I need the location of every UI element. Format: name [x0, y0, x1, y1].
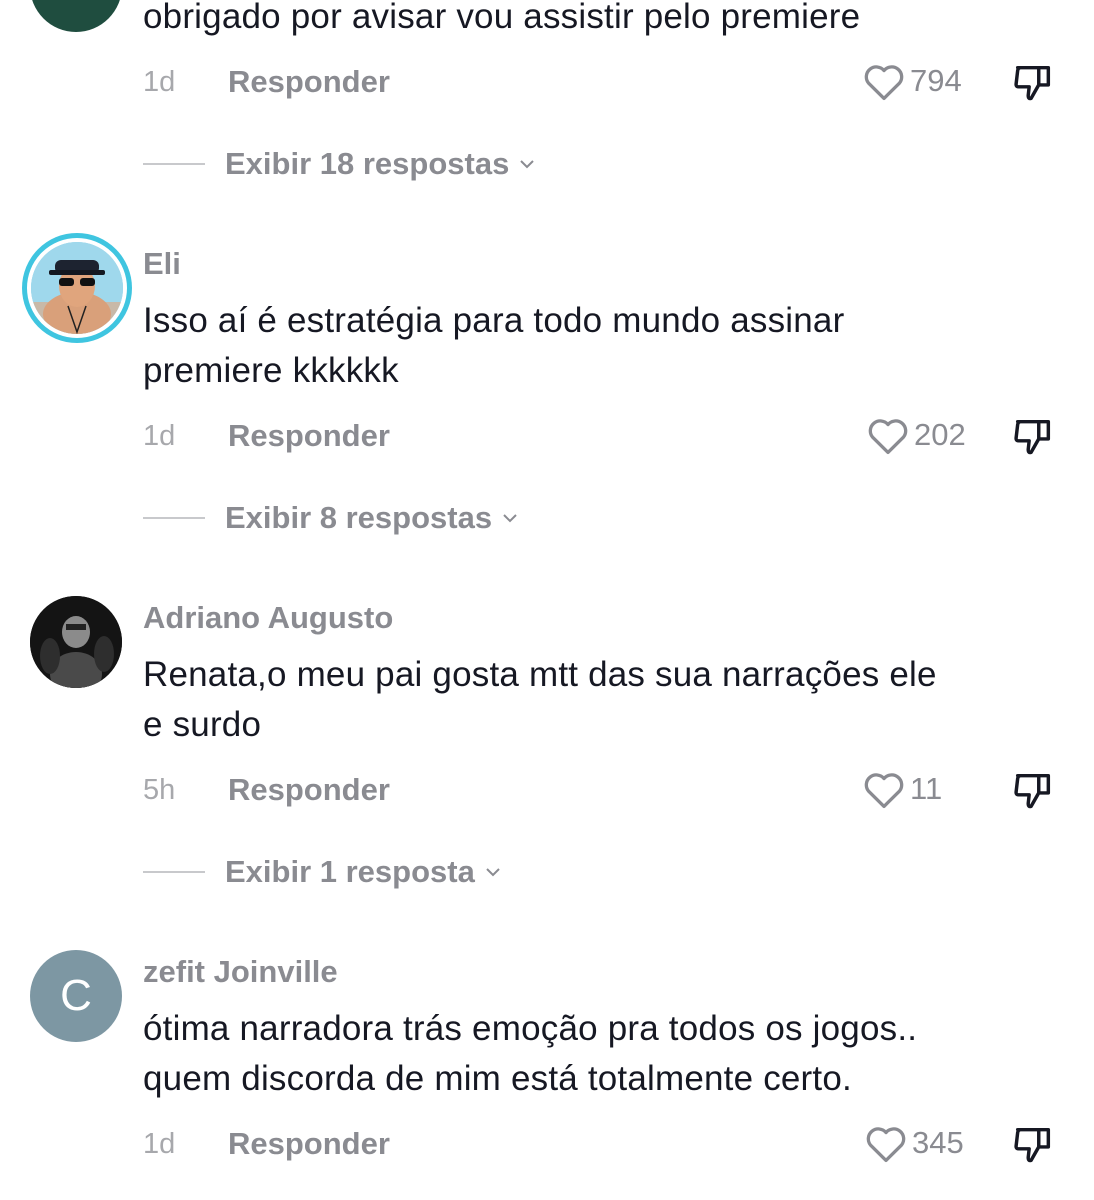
- comment-line: ótima narradora trás emoção pra todos os…: [143, 1009, 918, 1048]
- comment-time: 1d: [143, 1128, 176, 1160]
- like-count: 202: [914, 417, 966, 452]
- like-button[interactable]: 794: [862, 60, 962, 102]
- comment-text: Isso aí é estratégia para todo mundo ass…: [143, 296, 844, 396]
- view-replies-label: Exibir 18 respostas: [225, 146, 510, 181]
- comment-username[interactable]: Eli: [143, 246, 181, 282]
- divider: [143, 517, 205, 519]
- reply-button[interactable]: Responder: [228, 418, 390, 454]
- comment-line: Isso aí é estratégia para todo mundo ass…: [143, 301, 845, 340]
- comment-username[interactable]: zefit Joinville: [143, 954, 338, 990]
- thumbs-down-icon[interactable]: [1010, 768, 1056, 814]
- heart-outline-icon: [868, 419, 908, 455]
- reply-button[interactable]: Responder: [228, 772, 390, 808]
- user-avatar[interactable]: [30, 596, 122, 688]
- heart-outline-icon: [864, 773, 904, 809]
- chevron-down-icon: [503, 514, 517, 523]
- like-button[interactable]: 11: [862, 768, 942, 810]
- avatar-photo: [31, 242, 123, 334]
- thumbs-down-icon[interactable]: [1010, 414, 1056, 460]
- user-avatar[interactable]: C: [30, 950, 122, 1042]
- view-replies-button[interactable]: Exibir 8 respostas: [143, 500, 522, 536]
- comment-text: Renata,o meu pai gosta mtt das sua narra…: [143, 650, 937, 750]
- reply-button[interactable]: Responder: [228, 1126, 390, 1162]
- comment-line: obrigado por avisar vou assistir pelo pr…: [143, 0, 861, 36]
- view-replies-button[interactable]: Exibir 1 resposta: [143, 854, 505, 890]
- view-replies-button[interactable]: Exibir 18 respostas: [143, 146, 539, 182]
- like-count: 345: [912, 1125, 964, 1160]
- thumbs-down-icon[interactable]: [1010, 1122, 1056, 1168]
- comment-time: 5h: [143, 774, 176, 806]
- comment-time: 1d: [143, 420, 176, 452]
- user-avatar[interactable]: [22, 233, 132, 343]
- comment-username[interactable]: Adriano Augusto: [143, 600, 393, 636]
- avatar-letter: C: [60, 971, 92, 1020]
- comment-line: quem discorda de mim está totalmente cer…: [143, 1059, 852, 1098]
- divider: [143, 871, 205, 873]
- heart-outline-icon: [864, 65, 904, 101]
- chevron-down-icon: [520, 160, 535, 169]
- comment-line: e surdo: [143, 705, 262, 744]
- like-count: 794: [910, 63, 962, 98]
- avatar-image: [27, 238, 127, 338]
- divider: [143, 163, 205, 165]
- view-replies-label: Exibir 1 resposta: [225, 854, 475, 889]
- user-avatar[interactable]: [30, 0, 122, 32]
- like-button[interactable]: 202: [866, 414, 966, 456]
- thumbs-down-icon[interactable]: [1010, 60, 1056, 106]
- comment-text: obrigado por avisar vou assistir pelo pr…: [143, 0, 860, 42]
- view-replies-label: Exibir 8 respostas: [225, 500, 493, 535]
- avatar-photo: [30, 596, 122, 688]
- comment-line: premiere kkkkkk: [143, 351, 399, 390]
- comment-text: ótima narradora trás emoção pra todos os…: [143, 1004, 917, 1104]
- chevron-down-icon: [486, 868, 500, 877]
- comment-time: 1d: [143, 66, 176, 98]
- comment-line: Renata,o meu pai gosta mtt das sua narra…: [143, 655, 937, 694]
- reply-button[interactable]: Responder: [228, 64, 390, 100]
- heart-outline-icon: [866, 1127, 906, 1163]
- like-button[interactable]: 345: [864, 1122, 964, 1164]
- like-count: 11: [910, 771, 943, 806]
